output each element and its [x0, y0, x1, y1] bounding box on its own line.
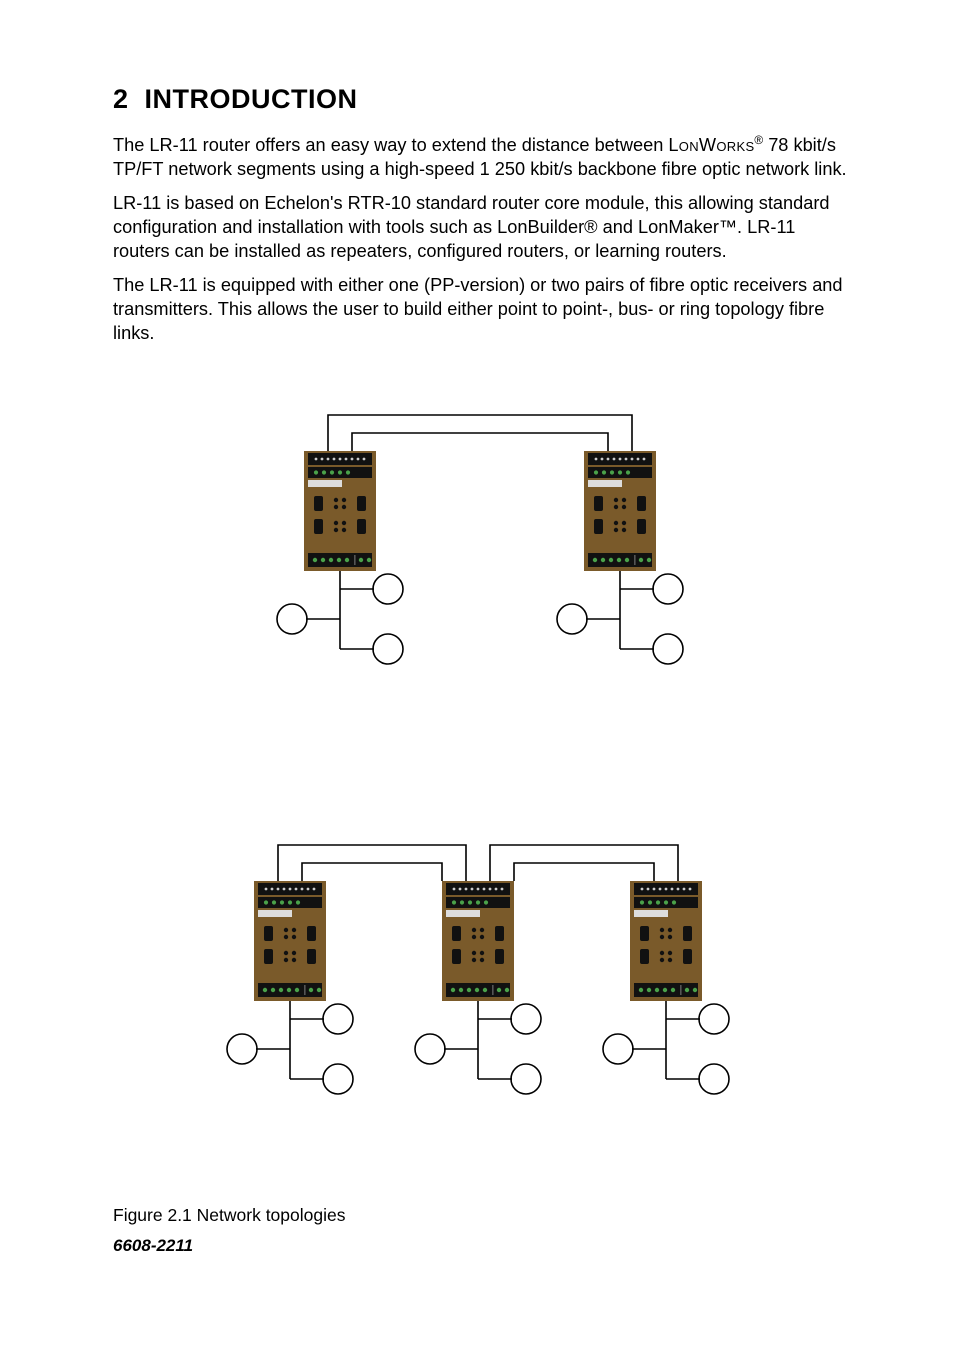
intro-para-2: LR-11 is based on Echelon's RTR-10 stand…: [113, 191, 854, 263]
doc-number: 6608-2211: [113, 1236, 193, 1256]
section-title-text: INTRODUCTION: [145, 84, 358, 114]
section-number: 2: [113, 84, 129, 114]
intro-para-1: The LR-11 router offers an easy way to e…: [113, 133, 854, 181]
figure-caption: Figure 2.1 Network topologies: [113, 1205, 345, 1226]
brand-lonworks: LonWorks: [668, 135, 754, 155]
registered-mark: ®: [754, 133, 763, 147]
network-topology-diagram: [184, 391, 784, 1171]
intro-para-3: The LR-11 is equipped with either one (P…: [113, 273, 854, 345]
section-heading: 2 INTRODUCTION: [113, 84, 854, 115]
document-page: 2 INTRODUCTION The LR-11 router offers a…: [0, 0, 954, 1316]
figure-container: Figure 2.1 Network topologies 6608-2211: [113, 391, 854, 1256]
p1-run1: The LR-11 router offers an easy way to e…: [113, 135, 668, 155]
